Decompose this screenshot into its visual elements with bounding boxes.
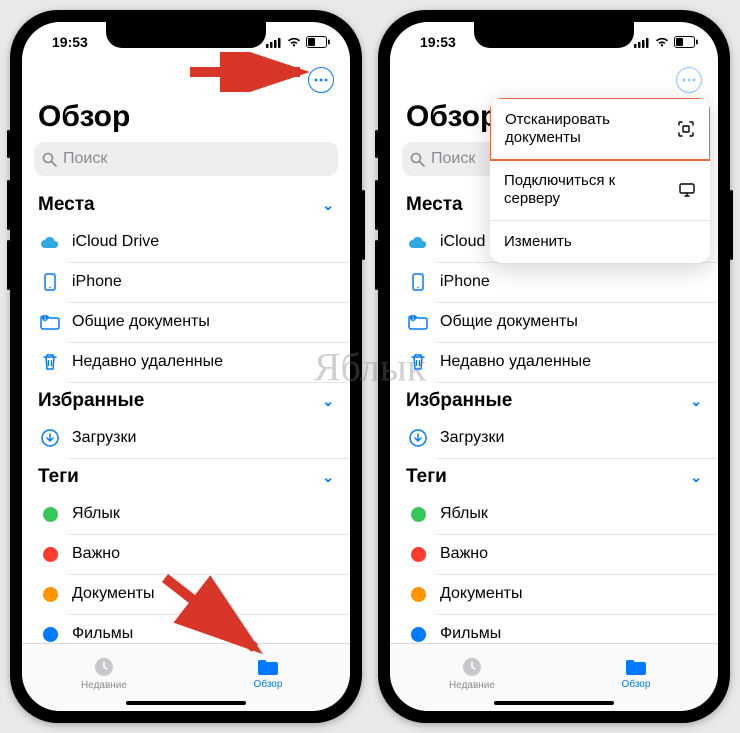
status-icons xyxy=(634,36,698,48)
server-icon xyxy=(678,182,696,198)
row-trash[interactable]: Недавно удаленные xyxy=(22,342,350,382)
tag-dot xyxy=(411,507,426,522)
section-places[interactable]: Места ⌄ xyxy=(22,186,350,222)
tag-row[interactable]: Яблык xyxy=(22,494,350,534)
tag-dot xyxy=(411,547,426,562)
shared-folder-icon: 1 xyxy=(38,314,62,330)
status-time: 19:53 xyxy=(52,34,88,50)
shared-folder-icon: 1 xyxy=(406,314,430,330)
battery-icon xyxy=(306,36,330,48)
phone-icon xyxy=(406,273,430,291)
status-icons xyxy=(266,36,330,48)
phone-icon xyxy=(38,273,62,291)
status-time: 19:53 xyxy=(420,34,456,50)
chevron-down-icon: ⌄ xyxy=(690,469,702,486)
section-tags[interactable]: Теги ⌄ xyxy=(22,458,350,494)
tag-row[interactable]: Важно xyxy=(390,534,718,574)
clock-icon xyxy=(93,656,115,678)
phone-left: 19:53 Обзор Поиск Места ⌄ iC xyxy=(10,10,362,723)
tag-dot xyxy=(43,587,58,602)
wifi-icon xyxy=(654,36,670,48)
phone-right: 19:53 Обзор Поиск Места ⌄ iCloud Drive i… xyxy=(378,10,730,723)
row-icloud[interactable]: iCloud Drive xyxy=(22,222,350,262)
section-tags[interactable]: Теги⌄ xyxy=(390,458,718,494)
cloud-icon xyxy=(38,235,62,249)
home-indicator[interactable] xyxy=(494,701,614,705)
tag-row[interactable]: Фильмы xyxy=(390,614,718,643)
annotation-arrow xyxy=(155,568,285,668)
tag-dot xyxy=(411,587,426,602)
home-indicator[interactable] xyxy=(126,701,246,705)
folder-icon xyxy=(624,657,648,677)
search-input[interactable]: Поиск xyxy=(34,142,338,176)
trash-icon xyxy=(38,353,62,371)
menu-connect-server[interactable]: Подключиться к серверу xyxy=(490,160,710,221)
clock-icon xyxy=(461,656,483,678)
annotation-arrow xyxy=(190,52,330,92)
tag-dot xyxy=(43,547,58,562)
row-trash[interactable]: Недавно удаленные xyxy=(390,342,718,382)
download-icon xyxy=(38,429,62,447)
row-iphone[interactable]: iPhone xyxy=(22,262,350,302)
context-menu: Отсканировать документы Подключиться к с… xyxy=(490,98,710,263)
tag-dot xyxy=(43,507,58,522)
row-shared[interactable]: 1 Общие документы xyxy=(22,302,350,342)
search-placeholder: Поиск xyxy=(431,150,475,168)
tag-row[interactable]: Документы xyxy=(390,574,718,614)
menu-edit[interactable]: Изменить xyxy=(490,221,710,263)
chevron-down-icon: ⌄ xyxy=(322,197,334,214)
download-icon xyxy=(406,429,430,447)
svg-text:1: 1 xyxy=(412,316,415,322)
search-placeholder: Поиск xyxy=(63,150,107,168)
more-button[interactable] xyxy=(676,67,702,93)
section-favorites[interactable]: Избранные ⌄ xyxy=(22,382,350,418)
tag-dot xyxy=(411,627,426,642)
scan-icon xyxy=(677,120,695,138)
chevron-down-icon: ⌄ xyxy=(322,469,334,486)
svg-text:1: 1 xyxy=(44,316,47,322)
section-favorites[interactable]: Избранные⌄ xyxy=(390,382,718,418)
menu-scan-documents[interactable]: Отсканировать документы xyxy=(490,98,710,161)
search-icon xyxy=(410,152,425,167)
search-icon xyxy=(42,152,57,167)
trash-icon xyxy=(406,353,430,371)
row-downloads[interactable]: Загрузки xyxy=(22,418,350,458)
signal-icon xyxy=(634,37,650,48)
tag-dot xyxy=(43,627,58,642)
cloud-icon xyxy=(406,235,430,249)
row-downloads[interactable]: Загрузки xyxy=(390,418,718,458)
row-shared[interactable]: 1Общие документы xyxy=(390,302,718,342)
wifi-icon xyxy=(286,36,302,48)
tag-row[interactable]: Яблык xyxy=(390,494,718,534)
signal-icon xyxy=(266,37,282,48)
page-title: Обзор xyxy=(22,98,350,142)
battery-icon xyxy=(674,36,698,48)
row-iphone[interactable]: iPhone xyxy=(390,262,718,302)
chevron-down-icon: ⌄ xyxy=(322,393,334,410)
chevron-down-icon: ⌄ xyxy=(690,393,702,410)
